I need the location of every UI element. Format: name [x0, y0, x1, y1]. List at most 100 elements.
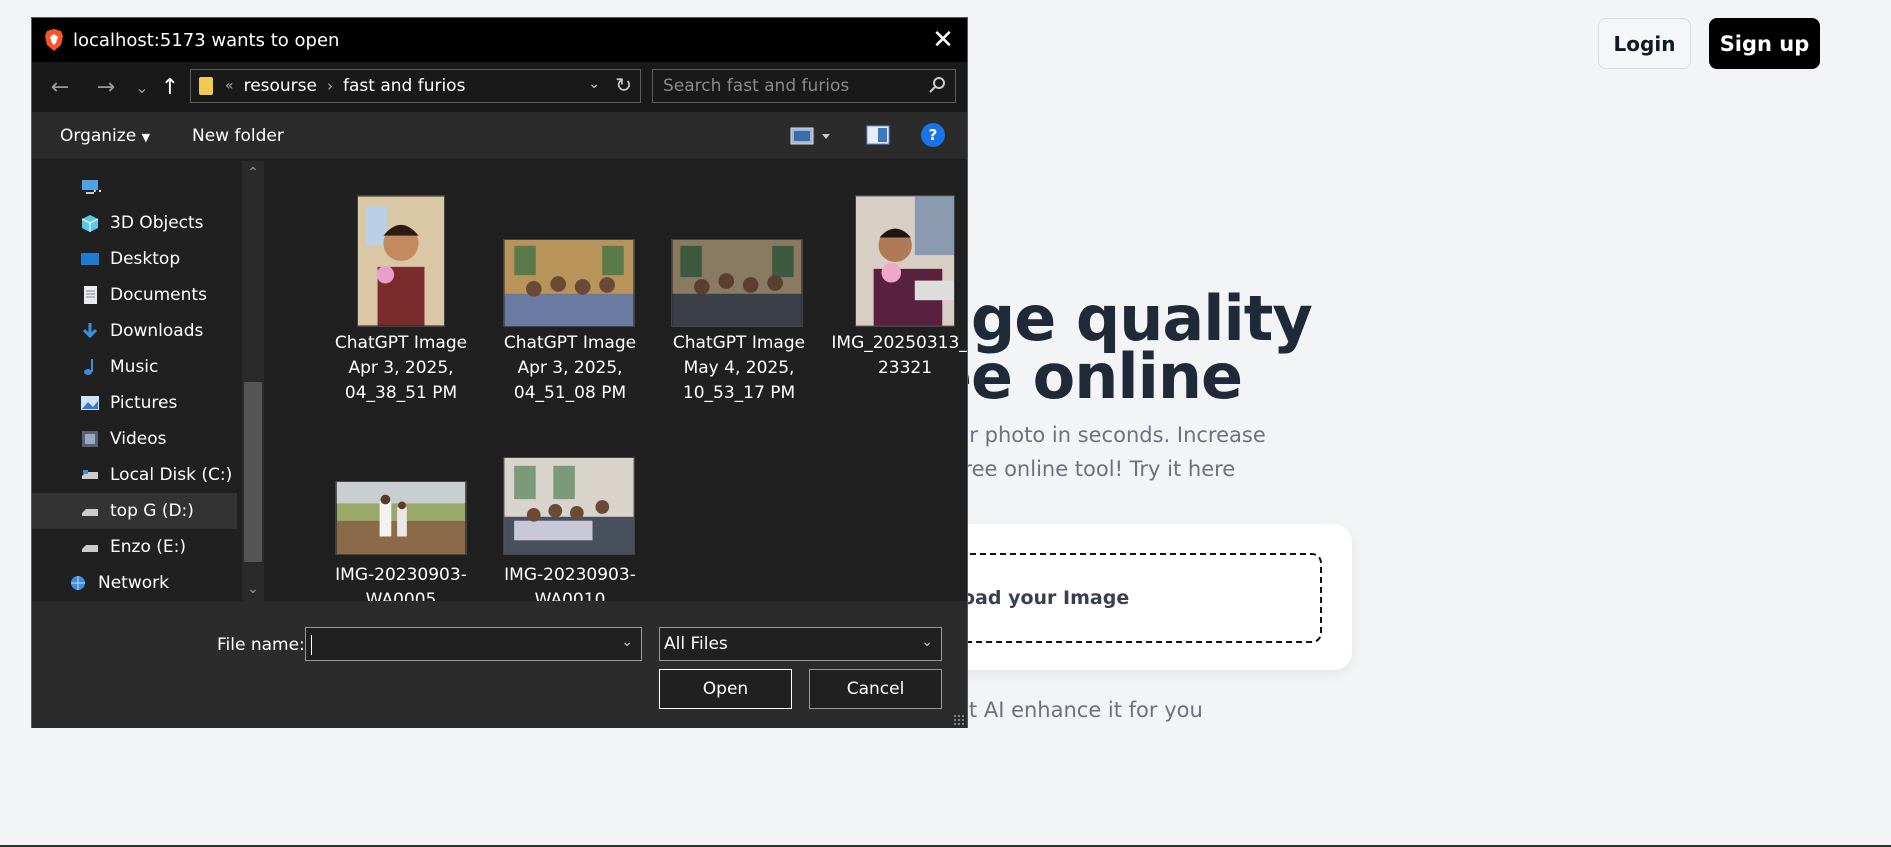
scrollbar-thumb[interactable] — [244, 382, 262, 562]
scroll-up-icon[interactable]: ⌃ — [245, 165, 261, 181]
nav-item-desktop[interactable]: Desktop — [32, 241, 237, 277]
drive-icon — [82, 470, 98, 479]
nav-item-pictures[interactable]: Pictures — [32, 385, 237, 421]
upload-dropzone[interactable]: oad your Image — [930, 553, 1322, 643]
file-list: ChatGPT Image Apr 3, 2025, 04_38_51 PM C… — [267, 161, 967, 601]
pictures-icon — [81, 396, 99, 410]
search-placeholder: Search fast and furios — [663, 76, 850, 96]
file-thumbnail — [357, 195, 445, 327]
file-label-line: 23321 — [877, 358, 933, 378]
new-folder-button[interactable]: New folder — [192, 126, 284, 146]
close-icon[interactable]: ✕ — [927, 24, 959, 56]
file-label-line: IMG-20230903- — [504, 565, 636, 585]
organize-label: Organize — [60, 126, 137, 146]
dialog-footer: File name: ⌄ All Files ⌄ Open Cancel — [32, 601, 967, 728]
file-label-line: WA0010 — [534, 590, 606, 601]
nav-item-videos[interactable]: Videos — [32, 421, 237, 457]
nav-item-local-disk-c[interactable]: Local Disk (C:) — [32, 457, 237, 493]
file-label: IMG-20230903- WA0010 — [485, 563, 655, 601]
nav-item-downloads[interactable]: Downloads — [32, 313, 237, 349]
file-label-line: 04_51_08 PM — [513, 383, 627, 403]
music-icon — [84, 359, 93, 375]
back-arrow-icon[interactable]: ← — [44, 70, 76, 104]
dialog-toolbar: Organize ▼ New folder ? — [32, 112, 967, 160]
downloads-icon — [82, 323, 98, 339]
search-input[interactable]: Search fast and furios — [652, 69, 956, 103]
file-label: IMG_20250313_1 23321 — [820, 331, 967, 381]
nav-item-top-g-d[interactable]: top G (D:) — [32, 493, 237, 529]
dialog-navbar: ← → ⌄ ↑ « resourse › fast and furios ⌄ ↻… — [32, 62, 967, 112]
file-label-line: ChatGPT Image — [672, 333, 806, 353]
help-icon[interactable]: ? — [921, 123, 945, 147]
file-label-line: IMG-20230903- — [335, 565, 467, 585]
cancel-button[interactable]: Cancel — [809, 669, 942, 709]
file-label-line: WA0005 — [365, 590, 437, 601]
nav-item-music[interactable]: Music — [32, 349, 237, 385]
upload-label: oad your Image — [962, 587, 1130, 609]
open-button[interactable]: Open — [659, 669, 792, 709]
file-name-input[interactable]: ⌄ — [305, 627, 642, 661]
file-type-value: All Files — [664, 634, 728, 654]
hero-subtitle: ur photo in seconds. Increase free onlin… — [956, 418, 1356, 486]
refresh-icon[interactable]: ↻ — [615, 73, 632, 97]
file-thumbnail — [503, 457, 635, 555]
documents-icon — [84, 286, 97, 304]
up-arrow-icon[interactable]: ↑ — [154, 70, 186, 104]
network-icon — [71, 576, 85, 590]
address-bar[interactable]: « resourse › fast and furios ⌄ ↻ — [190, 69, 641, 103]
file-label-line: 10_53_17 PM — [682, 383, 796, 403]
preview-pane-icon[interactable] — [866, 124, 890, 146]
file-label-line: Apr 3, 2025, — [517, 358, 623, 378]
scroll-down-icon[interactable]: ⌄ — [245, 581, 261, 597]
hero-title: age quality ee online — [930, 288, 1350, 413]
file-label-line: ChatGPT Image — [334, 333, 468, 353]
drive-icon — [82, 509, 98, 516]
file-label: ChatGPT Image May 4, 2025, 10_53_17 PM — [654, 331, 824, 406]
address-dropdown-icon[interactable]: ⌄ — [588, 76, 600, 92]
file-open-dialog: localhost:5173 wants to open ✕ ← → ⌄ ↑ «… — [31, 17, 968, 728]
nav-item-label: Pictures — [110, 393, 178, 413]
nav-item-network[interactable]: Network — [32, 565, 237, 601]
text-caret — [311, 635, 312, 655]
login-button[interactable]: Login — [1598, 18, 1691, 69]
nav-item-label: Network — [98, 573, 169, 593]
nav-item-label: Downloads — [110, 321, 204, 341]
nav-item-documents[interactable]: Documents — [32, 277, 237, 313]
file-label-line: Apr 3, 2025, — [348, 358, 454, 378]
forward-arrow-icon[interactable]: → — [90, 70, 122, 104]
nav-item-label: top G (D:) — [110, 501, 194, 521]
nav-item-label: .. — [92, 177, 103, 197]
nav-item-this-pc[interactable]: .. — [32, 169, 237, 205]
file-label: IMG-20230903- WA0005 — [316, 563, 486, 601]
brave-logo-icon — [45, 29, 63, 51]
breadcrumb-current[interactable]: fast and furios — [343, 76, 465, 96]
change-view-icon[interactable] — [790, 124, 834, 148]
navigation-scrollbar[interactable]: ⌃ ⌄ — [242, 161, 264, 601]
hero-title-line-2: ee online — [930, 340, 1243, 413]
resize-grip-icon[interactable] — [953, 714, 965, 726]
organize-menu[interactable]: Organize ▼ — [60, 126, 150, 146]
signup-button[interactable]: Sign up — [1709, 18, 1820, 69]
3d-objects-icon — [81, 215, 99, 232]
file-type-select[interactable]: All Files ⌄ — [659, 627, 942, 661]
dialog-titlebar[interactable]: localhost:5173 wants to open ✕ — [32, 18, 967, 62]
file-label-line: May 4, 2025, — [683, 358, 795, 378]
file-type-dropdown-icon: ⌄ — [921, 634, 933, 650]
navigation-pane: .. 3D Objects Desktop Documents Download… — [32, 161, 266, 601]
nav-item-label: Videos — [110, 429, 167, 449]
file-thumbnail — [335, 481, 467, 555]
desktop-icon — [81, 253, 99, 265]
nav-item-label: Desktop — [110, 249, 181, 269]
videos-icon — [82, 431, 98, 447]
nav-item-enzo-e[interactable]: Enzo (E:) — [32, 529, 237, 565]
hero-subtitle-line-2: free online tool! Try it here — [956, 457, 1236, 481]
file-label-line: 04_38_51 PM — [344, 383, 458, 403]
nav-item-3d-objects[interactable]: 3D Objects — [32, 205, 237, 241]
file-name-dropdown-icon[interactable]: ⌄ — [621, 634, 633, 650]
search-icon — [929, 77, 945, 93]
upload-hint: et AI enhance it for you — [956, 698, 1203, 722]
breadcrumb-parent[interactable]: resourse — [244, 76, 317, 96]
nav-item-label: Local Disk (C:) — [110, 465, 233, 485]
overflow-chevron-icon[interactable]: « — [225, 78, 234, 94]
file-label-line: ChatGPT Image — [503, 333, 637, 353]
